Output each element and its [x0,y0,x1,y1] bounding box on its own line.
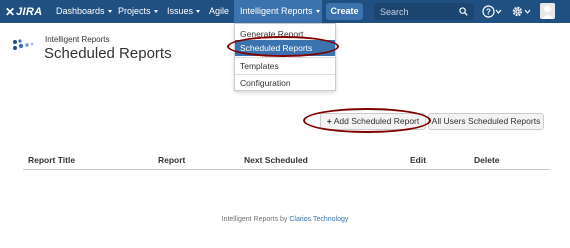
nav-projects-label: Projects [118,6,151,16]
top-navigation-bar: ✕ JIRA Dashboards Projects Issues Agile … [0,0,570,23]
menu-item-configuration[interactable]: Configuration [235,75,335,91]
create-button[interactable]: Create [326,3,363,20]
column-header-next-scheduled: Next Scheduled [244,155,308,165]
column-header-delete: Delete [474,155,500,165]
jira-logo[interactable]: ✕ JIRA [5,5,42,18]
jira-logo-text: JIRA [16,5,43,18]
avatar[interactable] [540,3,555,19]
jira-logo-icon: ✕ [5,4,16,19]
chevron-down-icon [196,10,201,14]
gear-icon [512,6,531,17]
all-users-scheduled-reports-button[interactable]: All Users Scheduled Reports [428,113,544,130]
search-input[interactable] [374,3,460,20]
nav-agile-label: Agile [209,6,230,16]
nav-agile[interactable]: Agile [204,0,234,23]
nav-intelligent-reports-label: Intelligent Reports [240,6,313,16]
breadcrumb[interactable]: Intelligent Reports [45,35,109,44]
footer-text: Intelligent Reports by [221,216,288,223]
page-title: Scheduled Reports [44,45,172,62]
nav-issues-label: Issues [167,6,194,16]
nav-dashboards[interactable]: Dashboards [51,0,117,23]
column-header-report-title: Report Title [28,155,76,165]
menu-item-templates[interactable]: Templates [235,58,335,74]
column-header-edit: Edit [410,155,427,165]
table-header-divider [23,169,550,170]
svg-text:?: ? [486,8,491,17]
annotation-oval-scheduled-reports [227,36,339,57]
intelligent-reports-dropdown: Generate Report Scheduled Reports Templa… [234,23,336,91]
chevron-down-icon [107,10,112,14]
user-avatar-icon [540,3,555,19]
help-icon: ? [482,5,502,18]
chevron-down-icon [153,10,158,14]
column-header-report: Report [158,155,186,165]
search-box [374,3,474,20]
footer: Intelligent Reports by Clarios Technolog… [0,216,570,223]
chevron-down-icon [315,10,320,14]
search-icon[interactable] [459,7,468,16]
settings-menu[interactable] [511,5,531,20]
annotation-oval-add-scheduled-report [303,108,431,133]
help-menu[interactable]: ? [482,5,502,20]
nav-dashboards-label: Dashboards [56,6,105,16]
nav-intelligent-reports[interactable]: Intelligent Reports [234,0,322,23]
intelligent-reports-app-icon [13,39,34,50]
footer-vendor-link[interactable]: Clarios Technology [289,216,348,223]
nav-issues[interactable]: Issues [162,0,205,23]
nav-projects[interactable]: Projects [113,0,163,23]
